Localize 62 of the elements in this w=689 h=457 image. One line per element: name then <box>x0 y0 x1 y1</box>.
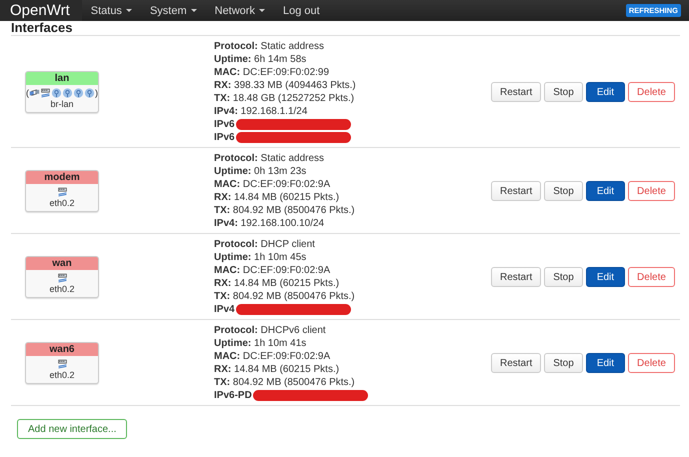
info-line: TX: 804.92 MB (8500476 Pkts.) <box>214 290 355 303</box>
action-button[interactable]: Restart <box>491 267 542 287</box>
action-button[interactable]: Delete <box>628 181 675 201</box>
info-line: RX: 14.84 MB (60215 Pkts.) <box>214 277 340 290</box>
action-button[interactable]: Restart <box>491 82 542 102</box>
section-heading: Interfaces <box>11 21 74 35</box>
action-button[interactable]: Edit <box>586 82 626 102</box>
interface-name: modem <box>26 171 98 184</box>
action-button[interactable]: Delete <box>628 353 675 373</box>
action-button[interactable]: Stop <box>544 267 583 287</box>
info-line: Uptime: 1h 10m 45s <box>214 251 306 264</box>
info-line: RX: 14.84 MB (60215 Pkts.) <box>214 191 340 204</box>
nav-menu-item[interactable]: Network <box>206 4 274 16</box>
bracket: ( <box>26 88 29 98</box>
info-line: MAC: DC:EF:09:F0:02:9A <box>214 264 330 277</box>
info-line: RX: 398.33 MB (4094463 Pkts.) <box>214 79 356 92</box>
info-line: Uptime: 0h 13m 23s <box>214 165 306 178</box>
caret-icon <box>190 9 197 12</box>
action-button[interactable]: Delete <box>628 82 675 102</box>
info-label: IPv6 <box>214 131 235 144</box>
action-button[interactable]: Stop <box>544 353 583 373</box>
info-line: Protocol: DHCP client <box>214 238 315 251</box>
action-button[interactable]: Restart <box>491 181 542 201</box>
info-line: MAC: DC:EF:09:F0:02:9A <box>214 178 330 191</box>
info-line: Uptime: 1h 10m 41s <box>214 337 306 350</box>
action-button[interactable]: Edit <box>586 353 626 373</box>
info-line: MAC: DC:EF:09:F0:02:9A <box>214 350 330 363</box>
info-line: Protocol: Static address <box>214 152 324 165</box>
action-button[interactable]: Restart <box>491 353 542 373</box>
info-line: TX: 804.92 MB (8500476 Pkts.) <box>214 204 355 217</box>
device-name: br-lan <box>49 99 74 111</box>
info-label: IPv6 <box>214 118 235 131</box>
info-label: IPv4 <box>214 303 235 316</box>
nav-menu-item[interactable]: System <box>140 4 206 16</box>
interface-name: lan <box>26 72 98 85</box>
info-label: IPv6-PD <box>214 389 252 402</box>
info-line: TX: 804.92 MB (8500476 Pkts.) <box>214 376 355 389</box>
interface-name: wan6 <box>26 343 98 356</box>
interface-name: wan <box>26 257 98 270</box>
action-button[interactable]: Edit <box>586 267 626 287</box>
add-interface-button[interactable]: Add new interface... <box>17 419 128 439</box>
caret-icon <box>258 9 265 12</box>
info-line: Uptime: 6h 14m 58s <box>214 53 306 66</box>
action-button[interactable]: Stop <box>544 181 583 201</box>
device-name: eth0.2 <box>48 198 76 210</box>
nav-menu-item[interactable]: Log out <box>274 4 329 16</box>
info-line: MAC: DC:EF:09:F0:02:99 <box>214 66 330 79</box>
info-line: RX: 14.84 MB (60215 Pkts.) <box>214 363 340 376</box>
device-name: eth0.2 <box>48 370 76 382</box>
nav-menu-item[interactable]: Status <box>82 4 141 16</box>
info-line: TX: 18.48 GB (12527252 Pkts.) <box>214 92 354 105</box>
caret-icon <box>126 9 132 12</box>
bracket: ) <box>95 88 98 98</box>
device-name: eth0.2 <box>48 284 76 296</box>
action-button[interactable]: Delete <box>628 267 675 287</box>
brand-link[interactable]: OpenWrt <box>0 0 82 21</box>
info-line: IPv4: 192.168.100.10/24 <box>214 217 324 230</box>
action-button[interactable]: Stop <box>544 82 583 102</box>
action-button[interactable]: Edit <box>586 181 626 201</box>
info-line: Protocol: Static address <box>214 40 324 53</box>
info-line: IPv4: 192.168.1.1/24 <box>214 105 308 118</box>
info-line: Protocol: DHCPv6 client <box>214 324 326 337</box>
